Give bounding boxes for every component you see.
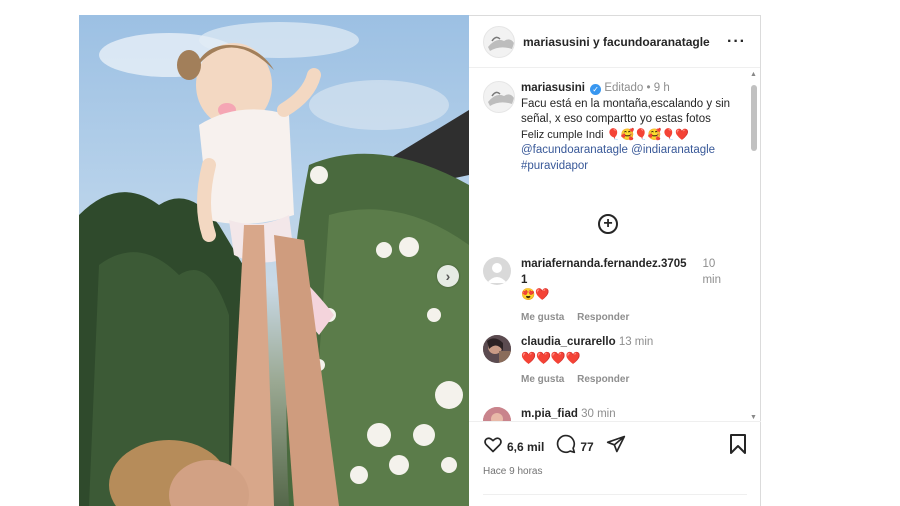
caption-avatar-drawing [488, 91, 514, 106]
caption-emojis: 🎈🥰🎈🥰🎈❤️ [606, 128, 689, 141]
comment-like-button[interactable]: Me gusta [521, 312, 564, 323]
caption-username[interactable]: mariasusini [521, 82, 585, 94]
share-send-icon[interactable] [606, 434, 626, 459]
comment-time-unit: min [702, 273, 721, 286]
post-header: mariasusini y facundoaranatagle ··· [469, 16, 760, 68]
caption-line-1: Facu está en la montaña,escalando y sin [521, 97, 731, 110]
scroll-up-arrow-icon[interactable]: ▲ [750, 71, 757, 78]
default-avatar-icon [487, 263, 507, 283]
caption-avatar[interactable] [483, 81, 515, 113]
bookmark-icon[interactable] [729, 434, 747, 459]
post-photo[interactable] [79, 15, 469, 506]
comment-avatar[interactable] [483, 407, 511, 421]
caption-line-3: Feliz cumple Indi [521, 128, 604, 141]
comment-avatar[interactable] [483, 335, 511, 363]
post-actions: 6,6 mil 77 Hace 9 horas [469, 421, 761, 506]
comments-scroll-area[interactable]: mariasusini ✓ Editado • 9 h Facu está en… [469, 69, 761, 421]
comment-like-button[interactable]: Me gusta [521, 374, 564, 385]
next-photo-button[interactable]: › [437, 265, 459, 287]
avatar-drawing [488, 36, 514, 51]
caption-text: mariasusini ✓ Editado • 9 h Facu está en… [521, 81, 730, 174]
mention-facundoaranatagle[interactable]: @facundoaranatagle [521, 144, 628, 156]
comment-item: mariafernanda.fernandez.3705 1 10 min 😍❤… [483, 257, 733, 325]
caption-separator: • [646, 82, 651, 94]
post-time-ago: Hace 9 horas [483, 466, 543, 477]
comment-time: 10 [702, 258, 716, 270]
comments-scrollbar[interactable]: ▲ ▼ [750, 69, 758, 421]
verified-badge-icon: ✓ [590, 84, 602, 95]
comments-count[interactable]: 77 [580, 440, 593, 454]
post-header-title[interactable]: mariasusini y facundoaranatagle [523, 35, 710, 49]
comment-reply-button[interactable]: Responder [577, 312, 629, 323]
plus-circle-icon: + [603, 215, 613, 232]
comment-bubble-icon[interactable] [556, 434, 576, 459]
avatar-photo [483, 407, 511, 421]
caption-line-2: señal, x eso compartto yo estas fotos [521, 113, 711, 125]
chevron-right-icon: › [445, 268, 451, 284]
mention-indiaranatagle[interactable]: @indiaranatagle [631, 144, 715, 156]
comment-username[interactable]: claudia_curarello [521, 336, 616, 348]
photo-illustration [79, 22, 469, 506]
caption-time: 9 h [653, 82, 670, 94]
comment-username[interactable]: mariafernanda.fernandez.3705 [521, 257, 687, 273]
comment-avatar[interactable] [483, 257, 511, 285]
author-avatar[interactable] [483, 25, 515, 58]
divider [483, 494, 747, 495]
scroll-down-arrow-icon[interactable]: ▼ [750, 414, 757, 421]
comment-username-wrap[interactable]: 1 [521, 273, 687, 289]
more-horizontal-icon[interactable]: ··· [727, 33, 746, 51]
comment-time: 30 min [581, 408, 616, 420]
comment-item: claudia_curarello 13 min ❤️❤️❤️❤️ Me gus… [483, 335, 733, 388]
comment-text: ❤️❤️❤️❤️ [521, 350, 581, 365]
comment-text: 😍❤️ [521, 289, 550, 301]
comment-username[interactable]: m.pia_fiad [521, 408, 578, 420]
post-caption: mariasusini ✓ Editado • 9 h Facu está en… [483, 81, 733, 174]
scrollbar-thumb[interactable] [751, 85, 757, 151]
comment-reply-button[interactable]: Responder [577, 374, 629, 385]
heart-icon[interactable] [483, 434, 503, 459]
likes-count[interactable]: 6,6 mil [507, 440, 544, 454]
avatar-photo [483, 335, 511, 363]
post-side-panel: mariasusini y facundoaranatagle ··· mari… [469, 15, 761, 506]
caption-edited: Editado [604, 82, 644, 94]
load-more-comments-button[interactable]: + [598, 214, 618, 234]
comment-item: m.pia_fiad 30 min [483, 407, 733, 421]
hashtag-link[interactable]: #puravidapor [521, 159, 730, 175]
comment-time: 13 min [618, 336, 654, 348]
